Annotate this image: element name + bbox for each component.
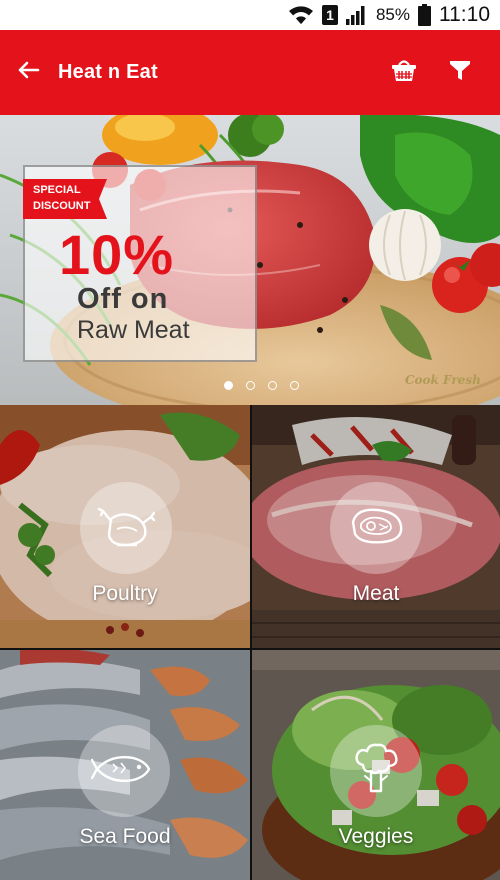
- category-tile-sea-food[interactable]: Sea Food: [0, 650, 250, 880]
- back-arrow-icon: [18, 61, 40, 84]
- chicken-icon: [97, 503, 156, 554]
- carousel-dot[interactable]: [245, 381, 255, 390]
- app-bar: Heat n Eat: [0, 30, 500, 115]
- steak-icon: [347, 504, 405, 553]
- fish-icon: [90, 752, 157, 791]
- category-grid: Poultry Meat Sea Food Veggies: [0, 405, 500, 880]
- discount-line-product: Raw Meat: [77, 316, 190, 344]
- page-title: Heat n Eat: [58, 61, 158, 83]
- carousel-dot[interactable]: [267, 381, 277, 390]
- category-icon-circle: [78, 725, 170, 817]
- discount-line-off-on: Off on: [77, 283, 169, 315]
- status-time: 11:10: [439, 3, 490, 26]
- basket-button[interactable]: [390, 59, 418, 87]
- category-tile-veggies[interactable]: Veggies: [252, 650, 500, 880]
- battery-icon: [418, 4, 431, 26]
- promo-banner[interactable]: SPECIAL DISCOUNT 10% Off on Raw Meat Coo…: [0, 115, 500, 405]
- category-tile-poultry[interactable]: Poultry: [0, 405, 250, 648]
- basket-icon: [391, 58, 417, 87]
- ribbon-text: SPECIAL DISCOUNT: [33, 184, 91, 212]
- back-button[interactable]: [0, 30, 58, 115]
- category-tile-meat[interactable]: Meat: [252, 405, 500, 648]
- category-label: Meat: [352, 582, 400, 605]
- status-bar: 1 85% 11:10: [0, 0, 500, 30]
- carousel-indicator: [0, 381, 500, 390]
- category-icon-circle: [330, 482, 422, 574]
- battery-percentage: 85%: [375, 5, 410, 24]
- broccoli-icon: [351, 743, 401, 800]
- category-icon-circle: [80, 482, 172, 574]
- category-label: Veggies: [338, 825, 414, 848]
- discount-ribbon: SPECIAL DISCOUNT: [23, 179, 107, 219]
- category-label: Sea Food: [79, 825, 171, 848]
- filter-icon: [449, 59, 471, 86]
- category-label: Poultry: [92, 582, 158, 605]
- carousel-dot[interactable]: [223, 381, 233, 390]
- signal-icon: [345, 5, 368, 25]
- carousel-dot[interactable]: [289, 381, 299, 390]
- filter-button[interactable]: [446, 59, 474, 87]
- category-icon-circle: [330, 725, 422, 817]
- promo-card[interactable]: SPECIAL DISCOUNT 10% Off on Raw Meat: [23, 165, 257, 362]
- app-bar-actions: [390, 59, 500, 87]
- wifi-icon: [288, 4, 314, 26]
- sim-icon: 1: [321, 5, 338, 25]
- discount-percent: 10%: [59, 223, 175, 286]
